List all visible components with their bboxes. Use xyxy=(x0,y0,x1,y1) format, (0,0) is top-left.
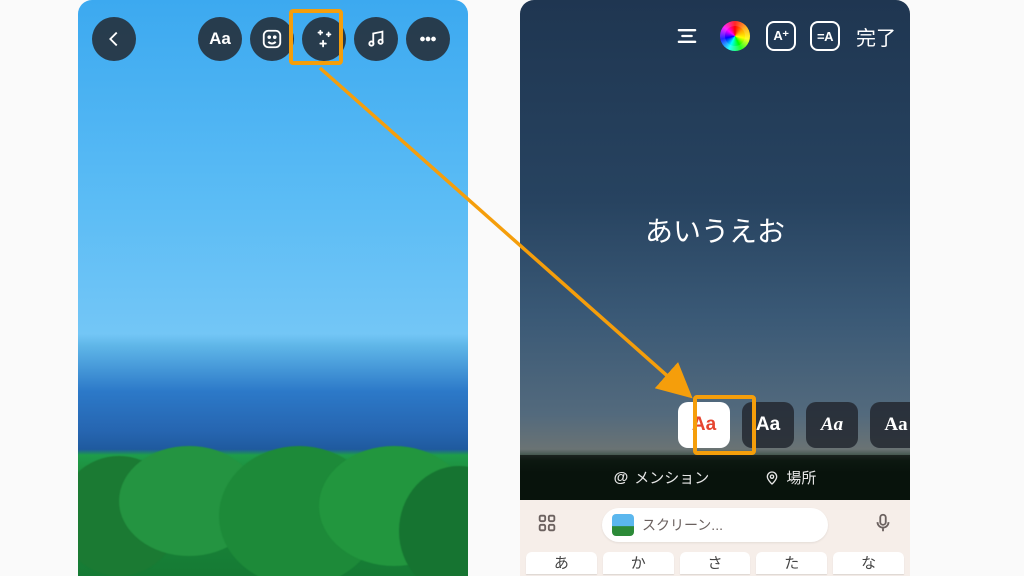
effects-button[interactable] xyxy=(302,17,346,61)
font-chip-2[interactable]: Aa xyxy=(742,402,794,448)
phone-right: A⁺ =A 完了 あいうえお Aa Aa Aa Aa @ メンション 場所 xyxy=(520,0,910,576)
keyboard-area: スクリーン... あ か さ た な xyxy=(520,500,910,576)
location-label: 場所 xyxy=(786,467,816,488)
back-button[interactable] xyxy=(92,17,136,61)
text-edit-toolbar: A⁺ =A 完了 xyxy=(670,14,898,58)
text-style-button[interactable]: A⁺ xyxy=(766,21,796,51)
mic-button[interactable] xyxy=(872,512,894,539)
more-button[interactable] xyxy=(406,17,450,61)
key[interactable]: な xyxy=(833,552,904,574)
tag-options-bar: @ メンション 場所 xyxy=(520,455,910,500)
color-picker-button[interactable] xyxy=(718,19,752,53)
key[interactable]: あ xyxy=(526,552,597,574)
location-option[interactable]: 場所 xyxy=(764,467,816,488)
key[interactable]: か xyxy=(603,552,674,574)
keyboard-top-row: あ か さ た な xyxy=(520,552,910,574)
phone-left: Aa xyxy=(78,0,468,576)
key[interactable]: さ xyxy=(680,552,751,574)
keyboard-suggestion-bar: スクリーン... xyxy=(520,500,910,550)
editable-text[interactable]: あいうえお xyxy=(520,210,910,250)
align-button[interactable] xyxy=(670,19,704,53)
sticker-button[interactable] xyxy=(250,17,294,61)
font-style-row: Aa Aa Aa Aa xyxy=(678,402,910,448)
text-animation-label: =A xyxy=(817,29,833,44)
text-tool-button[interactable]: Aa xyxy=(198,17,242,61)
color-wheel-icon xyxy=(720,21,750,51)
text-style-label: A⁺ xyxy=(773,28,788,44)
mention-label: メンション xyxy=(634,467,709,488)
font-chip-4[interactable]: Aa xyxy=(870,402,910,448)
mention-option[interactable]: @ メンション xyxy=(614,467,710,488)
key[interactable]: た xyxy=(756,552,827,574)
text-tool-label: Aa xyxy=(209,29,231,49)
suggestion-pill[interactable]: スクリーン... xyxy=(602,508,828,542)
keyboard-apps-icon[interactable] xyxy=(536,512,558,539)
done-button[interactable]: 完了 xyxy=(854,22,898,51)
foliage-decor xyxy=(78,426,468,576)
text-animation-button[interactable]: =A xyxy=(810,21,840,51)
suggestion-thumbnail xyxy=(612,514,634,536)
music-button[interactable] xyxy=(354,17,398,61)
suggestion-text: スクリーン... xyxy=(642,515,723,535)
story-toolbar: Aa xyxy=(92,14,458,64)
font-chip-3[interactable]: Aa xyxy=(806,402,858,448)
font-chip-1[interactable]: Aa xyxy=(678,402,730,448)
